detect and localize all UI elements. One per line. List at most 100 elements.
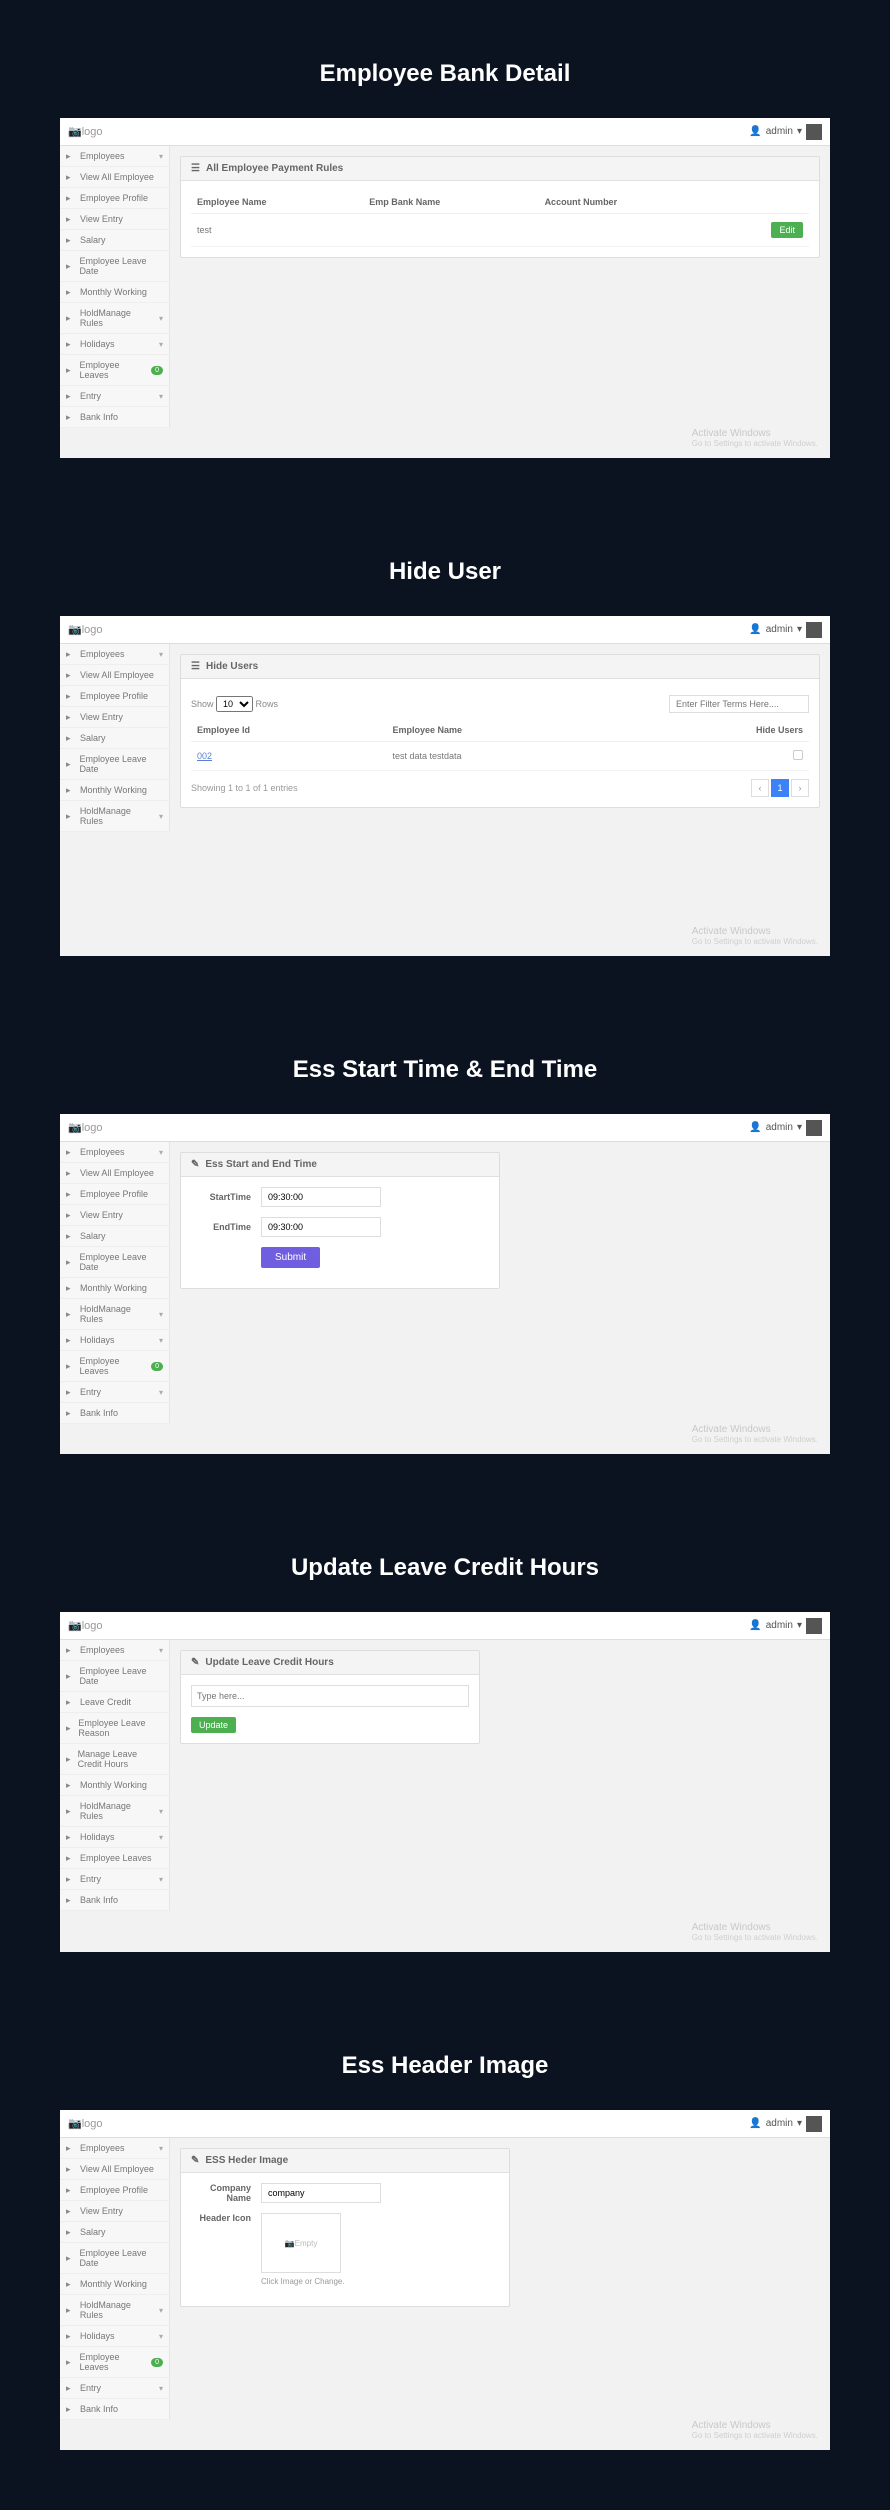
chevron-down-icon: ▾ [159,1148,163,1157]
sidebar-item[interactable]: ▸Employees▾ [60,1142,169,1163]
sidebar-item[interactable]: ▸Bank Info [60,1403,169,1424]
menu-icon: ▸ [66,712,76,722]
menu-icon: ▸ [66,1408,76,1418]
company-input[interactable] [261,2183,381,2203]
sidebar-item[interactable]: ▸Employee Leave Date [60,749,169,780]
sidebar-item[interactable]: ▸Employee Leaves0 [60,1351,169,1382]
sidebar-item[interactable]: ▸Monthly Working [60,1775,169,1796]
sidebar-item[interactable]: ▸Employee Leave Date [60,251,169,282]
sidebar-item-label: View All Employee [80,1168,154,1178]
menu-icon: ▸ [66,1723,74,1733]
sidebar-item-label: Bank Info [80,2404,118,2414]
menu-icon: ▸ [66,1697,76,1707]
sidebar-item-label: Holidays [80,339,115,349]
sidebar-item[interactable]: ▸Salary [60,728,169,749]
sidebar-item[interactable]: ▸Monthly Working [60,2274,169,2295]
menu-icon: ▸ [66,1335,76,1345]
user-menu[interactable]: 👤admin ▾ [749,2116,822,2132]
sidebar-item[interactable]: ▸Employee Leave Reason [60,1713,169,1744]
sidebar-item[interactable]: ▸Monthly Working [60,780,169,801]
upload-box[interactable]: 📷Empty [261,2213,341,2273]
sidebar-item[interactable]: ▸Holidays▾ [60,1827,169,1848]
update-button[interactable]: Update [191,1717,236,1733]
user-menu[interactable]: 👤admin ▾ [749,124,822,140]
sidebar-item[interactable]: ▸Employee Profile [60,188,169,209]
sidebar-item-label: Holidays [80,1335,115,1345]
topbar: 📷logo 👤admin ▾ [60,616,830,644]
emp-id-link[interactable]: 002 [197,751,212,761]
sidebar-item[interactable]: ▸Employees▾ [60,644,169,665]
sidebar-item[interactable]: ▸Salary [60,230,169,251]
sidebar-item[interactable]: ▸View All Employee [60,2159,169,2180]
filter-input[interactable] [669,695,809,713]
sidebar-item[interactable]: ▸Entry▾ [60,386,169,407]
sidebar-item[interactable]: ▸Salary [60,1226,169,1247]
sidebar-item-label: Holidays [80,1832,115,1842]
sidebar-item[interactable]: ▸Bank Info [60,2399,169,2420]
sidebar-item[interactable]: ▸HoldManage Rules▾ [60,1299,169,1330]
menu-icon: ▸ [66,1189,76,1199]
hours-input[interactable] [191,1685,469,1707]
panel-header-image: ✎ ESS Heder Image Company Name Header Ic… [180,2148,510,2307]
user-menu[interactable]: 👤admin ▾ [749,1120,822,1136]
submit-button[interactable]: Submit [261,1247,320,1268]
sidebar-item[interactable]: ▸Bank Info [60,1890,169,1911]
sidebar-item[interactable]: ▸ Leave Credit [60,1692,169,1713]
chevron-down-icon: ▾ [159,314,163,323]
sidebar-item[interactable]: ▸Employees▾ [60,2138,169,2159]
page-next[interactable]: › [791,779,809,797]
sidebar-item[interactable]: ▸Holidays▾ [60,334,169,355]
sidebar-item[interactable]: ▸HoldManage Rules▾ [60,303,169,334]
sidebar-item[interactable]: ▸View Entry [60,2201,169,2222]
sidebar-item[interactable]: ▸Monthly Working [60,1278,169,1299]
sidebar-item[interactable]: ▸Holidays▾ [60,2326,169,2347]
sidebar-item[interactable]: ▸Employee Profile [60,686,169,707]
sidebar-item[interactable]: ▸Employees▾ [60,146,169,167]
sidebar-item[interactable]: ▸Employee Leaves [60,1848,169,1869]
sidebar-item[interactable]: ▸View All Employee [60,665,169,686]
sidebar-item[interactable]: ▸Employees▾ [60,1640,169,1661]
end-time-input[interactable] [261,1217,381,1237]
sidebar-item[interactable]: ▸View Entry [60,707,169,728]
user-menu[interactable]: 👤admin ▾ [749,622,822,638]
sidebar-item[interactable]: ▸Entry▾ [60,1869,169,1890]
sidebar-item[interactable]: ▸HoldManage Rules▾ [60,1796,169,1827]
chevron-down-icon: ▾ [159,650,163,659]
menu-icon: ▸ [66,365,75,375]
menu-icon: ▸ [66,151,76,161]
sidebar-item[interactable]: ▸Entry▾ [60,1382,169,1403]
menu-icon: ▸ [66,733,76,743]
hide-users-table: Employee Id Employee Name Hide Users 002… [191,719,809,771]
sidebar-item[interactable]: ▸Salary [60,2222,169,2243]
sidebar-item[interactable]: ▸Monthly Working [60,282,169,303]
rows-select[interactable]: 10 [216,696,253,712]
sidebar-item[interactable]: ▸View Entry [60,209,169,230]
sidebar-item[interactable]: ▸Manage Leave Credit Hours [60,1744,169,1775]
rows-selector: Show 10 Rows [191,696,278,712]
sidebar-item[interactable]: ▸View All Employee [60,1163,169,1184]
sidebar-item[interactable]: ▸View All Employee [60,167,169,188]
sidebar-item[interactable]: ▸Employee Leave Date [60,2243,169,2274]
sidebar-item[interactable]: ▸Employee Leaves0 [60,355,169,386]
sidebar-item[interactable]: ▸Holidays▾ [60,1330,169,1351]
sidebar-item[interactable]: ▸Employee Leave Date [60,1247,169,1278]
page-1[interactable]: 1 [771,779,789,797]
sidebar-item[interactable]: ▸Employee Profile [60,1184,169,1205]
sidebar-item[interactable]: ▸Bank Info [60,407,169,428]
sidebar-item[interactable]: ▸Entry▾ [60,2378,169,2399]
menu-icon: ▸ [66,1231,76,1241]
sidebar-item-label: Leave Credit [80,1697,131,1707]
sidebar-item-label: Employee Leaves [79,1356,147,1376]
sidebar-item[interactable]: ▸Employee Leave Date [60,1661,169,1692]
edit-button[interactable]: Edit [771,222,803,238]
start-time-input[interactable] [261,1187,381,1207]
sidebar-item[interactable]: ▸View Entry [60,1205,169,1226]
user-menu[interactable]: 👤admin ▾ [749,1618,822,1634]
sidebar-item[interactable]: ▸Employee Profile [60,2180,169,2201]
list-icon: ☰ [191,661,200,672]
hide-checkbox[interactable] [793,750,803,760]
page-prev[interactable]: ‹ [751,779,769,797]
sidebar-item[interactable]: ▸HoldManage Rules▾ [60,2295,169,2326]
sidebar-item[interactable]: ▸HoldManage Rules▾ [60,801,169,832]
sidebar-item[interactable]: ▸Employee Leaves0 [60,2347,169,2378]
